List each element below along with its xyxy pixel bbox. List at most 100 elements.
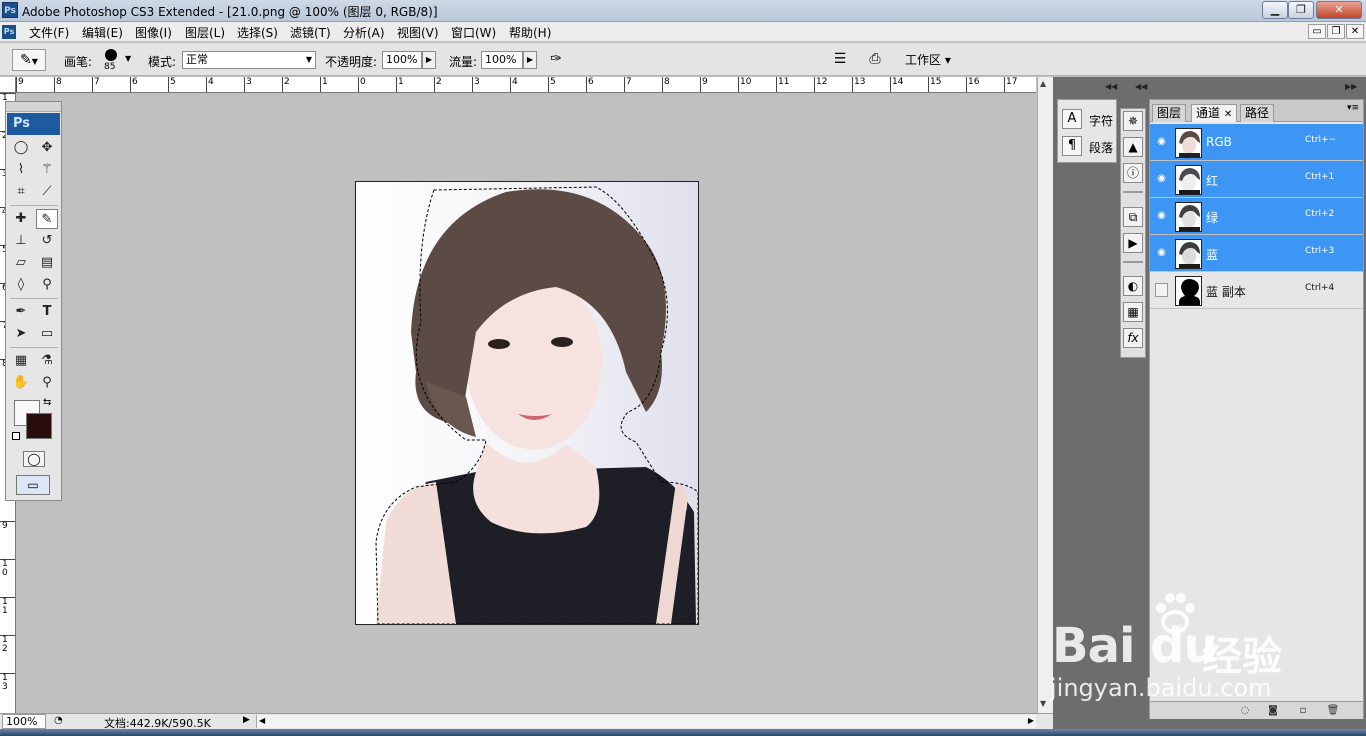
close-button[interactable]: ✕ — [1316, 1, 1362, 19]
eye-icon[interactable]: ◉ — [1155, 246, 1168, 259]
status-menu-arrow-icon[interactable]: ▶ — [243, 715, 250, 725]
eyedropper-tool-icon[interactable]: ⚗ — [36, 351, 58, 371]
elliptical-marquee-tool-icon[interactable]: ◯ — [10, 138, 32, 158]
flow-slider-arrow-icon[interactable]: ▶ — [523, 51, 537, 69]
collapse-dock-icon[interactable]: ◀◀ — [1105, 82, 1117, 91]
zoom-tool-icon[interactable]: ⚲ — [36, 373, 58, 393]
flow-input[interactable]: 100% — [481, 51, 523, 69]
document-ps-icon[interactable]: Ps — [2, 25, 16, 39]
swap-colors-icon[interactable]: ⇆ — [43, 397, 51, 408]
character-panel-button[interactable]: A 字符 — [1061, 108, 1115, 132]
brush-picker[interactable]: 85 ▼ — [100, 48, 136, 74]
zoom-level-input[interactable]: 100% — [2, 714, 46, 729]
tab-channels[interactable]: 通道 ✕ — [1191, 104, 1238, 122]
mode-select[interactable]: 正常 ▼ — [182, 51, 316, 69]
new-channel-icon[interactable]: ▫ — [1296, 704, 1310, 717]
actions-icon[interactable]: ▶ — [1123, 233, 1143, 253]
menu-image[interactable]: 图像(I) — [135, 24, 172, 41]
channel-row-rgb[interactable]: ◉ RGB Ctrl+~ — [1150, 124, 1363, 161]
doc-close-button[interactable]: ✕ — [1346, 24, 1364, 39]
airbrush-icon[interactable]: ✑ — [545, 49, 567, 71]
tab-layers[interactable]: 图层 — [1152, 104, 1187, 122]
doc-restore-button[interactable]: ❐ — [1327, 24, 1345, 39]
toolbox-ps-logo[interactable]: Ps — [7, 113, 60, 135]
default-colors-icon[interactable] — [12, 432, 20, 440]
menu-edit[interactable]: 编辑(E) — [82, 24, 123, 41]
collapse-dock-icon[interactable]: ◀◀ — [1135, 82, 1147, 91]
brush-tool-preset-picker[interactable]: ✎▼ — [12, 49, 46, 71]
menu-layer[interactable]: 图层(L) — [185, 24, 225, 41]
toolbox-grip[interactable] — [6, 102, 61, 112]
shape-tool-icon[interactable]: ▭ — [36, 324, 58, 344]
visibility-toggle[interactable] — [1155, 283, 1168, 297]
blur-tool-icon[interactable]: ◊ — [10, 275, 32, 295]
history-brush-tool-icon[interactable]: ↺ — [36, 231, 58, 251]
menu-analysis[interactable]: 分析(A) — [343, 24, 385, 41]
healing-brush-tool-icon[interactable]: ✚ — [10, 209, 32, 229]
bridge-icon[interactable]: ⎙ — [862, 49, 888, 71]
restore-button[interactable]: ❐ — [1288, 1, 1314, 19]
save-selection-icon[interactable]: ◙ — [1266, 704, 1280, 717]
close-icon[interactable]: ✕ — [1224, 109, 1232, 120]
paragraph-panel-button[interactable]: ¶ 段落 — [1061, 135, 1115, 159]
polygonal-lasso-tool-icon[interactable]: ⌇ — [10, 160, 32, 180]
scroll-left-icon[interactable]: ◀ — [259, 716, 265, 725]
tab-paths[interactable]: 路径 — [1240, 104, 1275, 122]
vertical-scrollbar[interactable]: ▲ ▼ — [1037, 77, 1053, 713]
status-info-icon[interactable]: ◔ — [54, 715, 63, 726]
info-icon[interactable]: ⓘ — [1123, 163, 1143, 183]
swatches-icon[interactable]: ▦ — [1123, 302, 1143, 322]
type-tool-icon[interactable]: T — [36, 302, 58, 322]
gradient-tool-icon[interactable]: ▤ — [36, 253, 58, 273]
opacity-input[interactable]: 100% — [382, 51, 422, 69]
minimize-button[interactable]: ▁ — [1262, 1, 1288, 19]
slice-tool-icon[interactable]: ⟋ — [36, 182, 58, 202]
delete-channel-icon[interactable]: 🗑 — [1326, 704, 1340, 717]
navigator-icon[interactable]: ✵ — [1123, 111, 1143, 131]
channel-row-blue[interactable]: ◉ 蓝 Ctrl+3 — [1150, 235, 1363, 272]
color-icon[interactable]: ◐ — [1123, 276, 1143, 296]
notes-tool-icon[interactable]: ▦ — [10, 351, 32, 371]
background-color-swatch[interactable] — [26, 413, 52, 439]
doc-minimize-button[interactable]: ▭ — [1308, 24, 1326, 39]
eye-icon[interactable]: ◉ — [1155, 209, 1168, 222]
styles-icon[interactable]: fx — [1123, 328, 1143, 348]
dodge-tool-icon[interactable]: ⚲ — [36, 275, 58, 295]
menu-view[interactable]: 视图(V) — [397, 24, 439, 41]
path-selection-tool-icon[interactable]: ➤ — [10, 324, 32, 344]
channel-row-green[interactable]: ◉ 绿 Ctrl+2 — [1150, 198, 1363, 235]
horizontal-scrollbar[interactable]: ◀ ▶ — [256, 715, 1036, 728]
magic-wand-tool-icon[interactable]: ⚚ — [36, 160, 58, 180]
scroll-right-icon[interactable]: ▶ — [1028, 716, 1034, 725]
pen-tool-icon[interactable]: ✒ — [10, 302, 32, 322]
menu-window[interactable]: 窗口(W) — [451, 24, 496, 41]
document-canvas[interactable] — [355, 181, 699, 625]
palette-well-icon[interactable]: ☰ — [829, 49, 851, 71]
screen-mode-icon[interactable]: ▭ — [16, 475, 50, 495]
eye-icon[interactable]: ◉ — [1155, 135, 1168, 148]
move-tool-icon[interactable]: ✥ — [36, 138, 58, 158]
scroll-down-icon[interactable]: ▼ — [1040, 699, 1046, 708]
brush-tool-icon[interactable]: ✎ — [36, 209, 58, 229]
expand-dock-icon[interactable]: ▶▶ — [1345, 82, 1357, 91]
history-icon[interactable]: ⧉ — [1123, 207, 1143, 227]
menu-file[interactable]: 文件(F) — [29, 24, 69, 41]
ruler-origin[interactable] — [0, 77, 16, 93]
eraser-tool-icon[interactable]: ▱ — [10, 253, 32, 273]
opacity-slider-arrow-icon[interactable]: ▶ — [422, 51, 436, 69]
clone-stamp-tool-icon[interactable]: ⊥ — [10, 231, 32, 251]
menu-filter[interactable]: 滤镜(T) — [290, 24, 331, 41]
quick-mask-mode-icon[interactable]: ◯ — [23, 451, 45, 467]
menu-select[interactable]: 选择(S) — [237, 24, 278, 41]
workspace-menu[interactable]: 工作区 ▾ — [905, 51, 951, 68]
panel-menu-icon[interactable]: ▾≡ — [1347, 103, 1359, 113]
load-selection-icon[interactable]: ◌ — [1238, 704, 1252, 717]
crop-tool-icon[interactable]: ⌗ — [10, 182, 32, 202]
histogram-icon[interactable]: ▲ — [1123, 137, 1143, 157]
channel-row-blue-copy[interactable]: 蓝 副本 Ctrl+4 — [1150, 272, 1363, 309]
hand-tool-icon[interactable]: ✋ — [10, 373, 32, 393]
scroll-up-icon[interactable]: ▲ — [1040, 79, 1046, 88]
horizontal-ruler[interactable]: 9 8 7 6 5 4 3 2 1 0 1 2 3 4 5 6 7 8 9 10… — [16, 77, 1036, 93]
channel-row-red[interactable]: ◉ 红 Ctrl+1 — [1150, 161, 1363, 198]
eye-icon[interactable]: ◉ — [1155, 172, 1168, 185]
